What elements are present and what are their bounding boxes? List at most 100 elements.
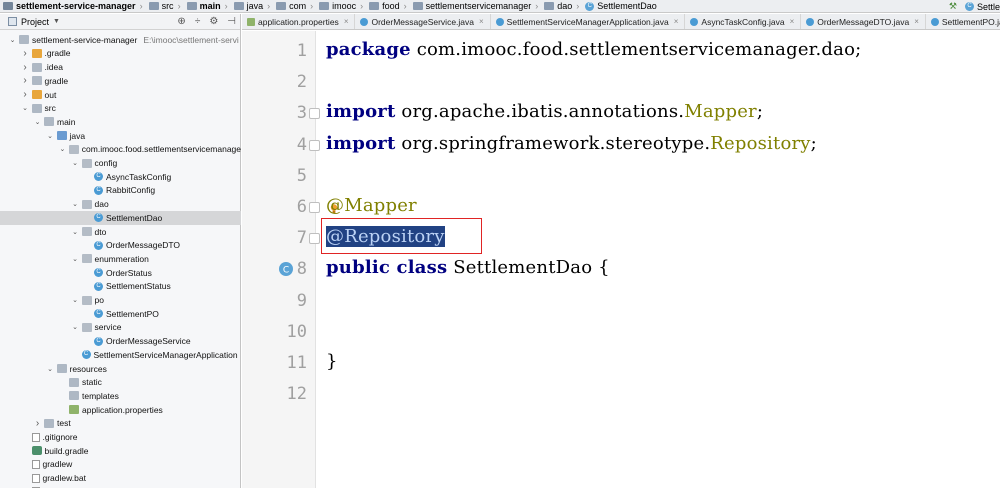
- breadcrumb-item[interactable]: com ›: [273, 0, 316, 12]
- breadcrumb-item[interactable]: java ›: [231, 0, 274, 12]
- expand-arrow-right-icon[interactable]: ›: [21, 62, 30, 73]
- expand-arrow-down-icon[interactable]: ⌄: [33, 118, 42, 126]
- editor-tab[interactable]: OrderMessageService.java ×: [355, 14, 491, 29]
- tree-node[interactable]: C AsyncTaskConfig: [0, 170, 241, 184]
- class-gutter-icon[interactable]: C: [278, 261, 294, 277]
- close-icon[interactable]: ×: [674, 17, 679, 26]
- tree-node[interactable]: ⌄ src: [0, 102, 241, 116]
- chevron-right-icon: ›: [177, 1, 181, 11]
- tree-node[interactable]: ⌄ resources: [0, 362, 241, 376]
- tree-node[interactable]: ⌄ main: [0, 115, 241, 129]
- tree-node[interactable]: › test: [0, 417, 241, 431]
- tree-node[interactable]: ⌄ config: [0, 156, 241, 170]
- tree-node[interactable]: build.gradle: [0, 444, 241, 458]
- tree-node[interactable]: ⌄ java: [0, 129, 241, 143]
- collapse-all-icon[interactable]: ÷: [195, 16, 201, 28]
- expand-arrow-down-icon[interactable]: ⌄: [46, 365, 55, 373]
- editor-tab[interactable]: SettlementPO.java×: [926, 14, 1000, 29]
- fold-marker-icon[interactable]: [309, 202, 320, 213]
- expand-arrow-down-icon[interactable]: ⌄: [8, 36, 17, 44]
- code-editor[interactable]: 1 2 3 4 5 6 7 8 9 10 11 12 package com.imooc.food.s…: [242, 31, 1000, 488]
- hide-panel-icon[interactable]: ⊣: [227, 16, 236, 28]
- breadcrumb-item[interactable]: dao ›: [541, 0, 582, 12]
- tree-node[interactable]: ⌄ po: [0, 293, 241, 307]
- breadcrumb-item[interactable]: settlement-service-manager ›: [0, 0, 146, 12]
- editor-tab[interactable]: AsyncTaskConfig.java ×: [685, 14, 802, 29]
- expand-arrow-right-icon[interactable]: ›: [21, 89, 30, 100]
- editor-tab[interactable]: SettlementServiceManagerApplication.java…: [491, 14, 686, 29]
- gradle-icon: [31, 446, 42, 456]
- breadcrumb-item[interactable]: settlementservicemanager ›: [410, 0, 542, 12]
- tree-node[interactable]: ⌄ com.imooc.food.settlementservicemanage: [0, 143, 241, 157]
- expand-arrow-down-icon[interactable]: ⌄: [71, 255, 80, 263]
- code-line[interactable]: package com.imooc.food.settlementservice…: [326, 39, 861, 60]
- breadcrumb-item[interactable]: main ›: [184, 0, 231, 12]
- expand-arrow-down-icon[interactable]: ⌄: [58, 145, 67, 153]
- gear-icon[interactable]: ⚙: [209, 16, 218, 28]
- expand-arrow-down-icon[interactable]: ⌄: [71, 296, 80, 304]
- tree-node[interactable]: C SettlementServiceManagerApplication: [0, 348, 241, 362]
- tree-node[interactable]: ⌄ dao: [0, 197, 241, 211]
- tree-node[interactable]: › gradle: [0, 74, 241, 88]
- expand-arrow-right-icon[interactable]: ›: [33, 418, 42, 429]
- tree-node[interactable]: C OrderMessageService: [0, 334, 241, 348]
- code-line[interactable]: public class SettlementDao {: [326, 257, 610, 278]
- tree-node[interactable]: templates: [0, 389, 241, 403]
- source-folder-icon: [56, 131, 67, 141]
- close-icon[interactable]: ×: [790, 17, 795, 26]
- code-line[interactable]: }: [326, 351, 338, 372]
- code-text: ;: [810, 132, 817, 154]
- expand-arrow-down-icon[interactable]: ⌄: [71, 200, 80, 208]
- expand-arrow-down-icon[interactable]: ⌄: [71, 323, 80, 331]
- tree-node[interactable]: C OrderStatus: [0, 266, 241, 280]
- tree-node[interactable]: ⌄ service: [0, 321, 241, 335]
- tree-node[interactable]: › out: [0, 88, 241, 102]
- build-hammer-icon[interactable]: ⚒: [949, 1, 957, 12]
- close-icon[interactable]: ×: [344, 17, 349, 26]
- tree-node[interactable]: C SettlementDao: [0, 211, 241, 225]
- line-number: 9: [296, 290, 307, 311]
- fold-marker-icon[interactable]: [309, 233, 320, 245]
- breadcrumb-item[interactable]: C SettlementDao: [582, 0, 660, 12]
- code-line[interactable]: import org.springframework.stereotype.Re…: [326, 133, 817, 154]
- scope-target-icon[interactable]: ⊕: [177, 16, 185, 28]
- code-line[interactable]: import org.apache.ibatis.annotations.Map…: [326, 101, 763, 122]
- fold-marker-icon[interactable]: [309, 108, 320, 120]
- folder-icon: [276, 2, 287, 10]
- breadcrumb-item[interactable]: food ›: [366, 0, 410, 12]
- expand-arrow-down-icon[interactable]: ⌄: [71, 228, 80, 236]
- close-icon[interactable]: ×: [914, 17, 919, 26]
- tree-node[interactable]: .gitignore: [0, 430, 241, 444]
- breadcrumb-item[interactable]: src ›: [146, 0, 184, 12]
- tree-node[interactable]: ⌄ enummeration: [0, 252, 241, 266]
- expand-arrow-down-icon[interactable]: ⌄: [71, 159, 80, 167]
- tree-node[interactable]: C SettlementPO: [0, 307, 241, 321]
- tree-node[interactable]: ⌄ settlement-service-manager E:\imooc\sett…: [0, 33, 241, 47]
- expand-arrow-down-icon[interactable]: ⌄: [21, 104, 30, 112]
- code-line[interactable]: @Repository: [326, 226, 445, 248]
- selected-code-text: @Repository: [326, 226, 445, 248]
- expand-arrow-down-icon[interactable]: ⌄: [46, 132, 55, 140]
- class-icon: [690, 17, 699, 26]
- tree-node[interactable]: static: [0, 376, 241, 390]
- tree-node[interactable]: gradlew: [0, 458, 241, 472]
- run-config-label[interactable]: Settle: [977, 2, 1000, 12]
- close-icon[interactable]: ×: [479, 17, 484, 26]
- code-line[interactable]: @Mapper: [326, 195, 417, 216]
- tree-node[interactable]: ⌄ dto: [0, 225, 241, 239]
- tree-node[interactable]: gradlew.bat: [0, 471, 241, 485]
- tree-node[interactable]: C OrderMessageDTO: [0, 239, 241, 253]
- editor-tab[interactable]: application.properties ×: [242, 14, 356, 29]
- editor-tab[interactable]: OrderMessageDTO.java ×: [801, 14, 926, 29]
- tree-node[interactable]: › .gradle: [0, 47, 241, 61]
- chevron-down-icon[interactable]: ▼: [53, 18, 60, 25]
- expand-arrow-right-icon[interactable]: ›: [21, 48, 30, 59]
- fold-marker-icon[interactable]: [309, 139, 320, 151]
- tree-node[interactable]: C SettlementStatus: [0, 280, 241, 294]
- tree-node[interactable]: application.properties: [0, 403, 241, 417]
- expand-arrow-right-icon[interactable]: ›: [21, 75, 30, 86]
- project-view-selector[interactable]: Project: [21, 17, 49, 27]
- tree-node[interactable]: › .idea: [0, 60, 241, 74]
- tree-node[interactable]: C RabbitConfig: [0, 184, 241, 198]
- breadcrumb-item[interactable]: imooc ›: [316, 0, 366, 12]
